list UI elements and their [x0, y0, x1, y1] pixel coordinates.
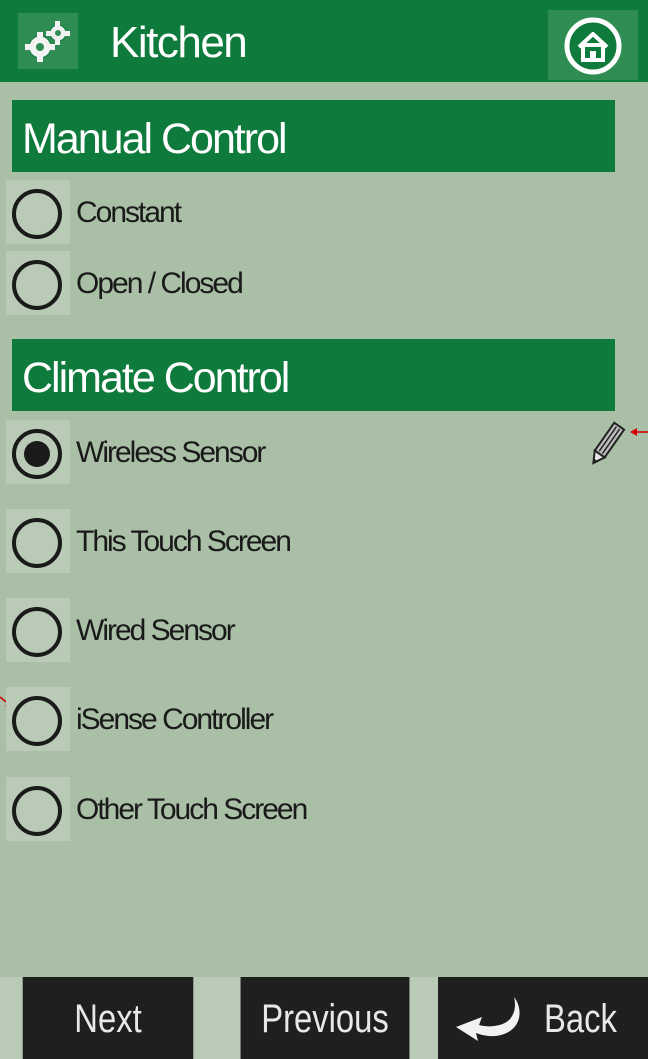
gears-icon	[25, 21, 70, 62]
annotation-arrow-icon	[630, 428, 648, 436]
option-label: Other Touch Screen	[76, 793, 308, 826]
pencil-icon[interactable]	[586, 420, 626, 470]
option-label: Wireless Sensor	[76, 436, 266, 469]
radio-button[interactable]	[12, 260, 62, 310]
radio-button[interactable]	[12, 786, 62, 836]
home-button[interactable]	[548, 10, 638, 80]
back-button[interactable]: Back	[438, 977, 648, 1059]
settings-button[interactable]	[18, 13, 78, 69]
back-label: Back	[544, 997, 617, 1041]
section-manual-control: Manual Control	[12, 100, 615, 172]
option-this-touch-screen[interactable]: This Touch Screen	[0, 509, 648, 573]
radio-button-selected[interactable]	[12, 429, 62, 479]
option-open-closed[interactable]: Open / Closed	[0, 251, 648, 315]
previous-button[interactable]: Previous	[240, 977, 410, 1059]
return-arrow-icon	[456, 997, 520, 1041]
option-isense-controller[interactable]: iSense Controller	[0, 687, 648, 751]
radio-button[interactable]	[12, 518, 62, 568]
radio-button[interactable]	[12, 607, 62, 657]
next-label: Next	[74, 997, 142, 1041]
page-title: Kitchen	[110, 18, 248, 67]
option-label: Open / Closed	[76, 267, 244, 300]
previous-label: Previous	[261, 997, 389, 1041]
radio-button[interactable]	[12, 189, 62, 239]
option-wireless-sensor[interactable]: Wireless Sensor	[0, 420, 648, 484]
next-button[interactable]: Next	[22, 977, 194, 1059]
option-wired-sensor[interactable]: Wired Sensor	[0, 598, 648, 662]
option-constant[interactable]: Constant	[0, 180, 648, 244]
option-other-touch-screen[interactable]: Other Touch Screen	[0, 777, 648, 841]
footer-bar: Next Previous Back	[0, 977, 648, 1059]
option-label: This Touch Screen	[76, 525, 292, 558]
home-icon	[564, 17, 622, 75]
header-bar: Kitchen	[0, 0, 648, 82]
option-label: Constant	[76, 196, 182, 229]
section-climate-control: Climate Control	[12, 339, 615, 411]
radio-button[interactable]	[12, 696, 62, 746]
option-label: iSense Controller	[76, 703, 274, 736]
option-label: Wired Sensor	[76, 614, 236, 647]
